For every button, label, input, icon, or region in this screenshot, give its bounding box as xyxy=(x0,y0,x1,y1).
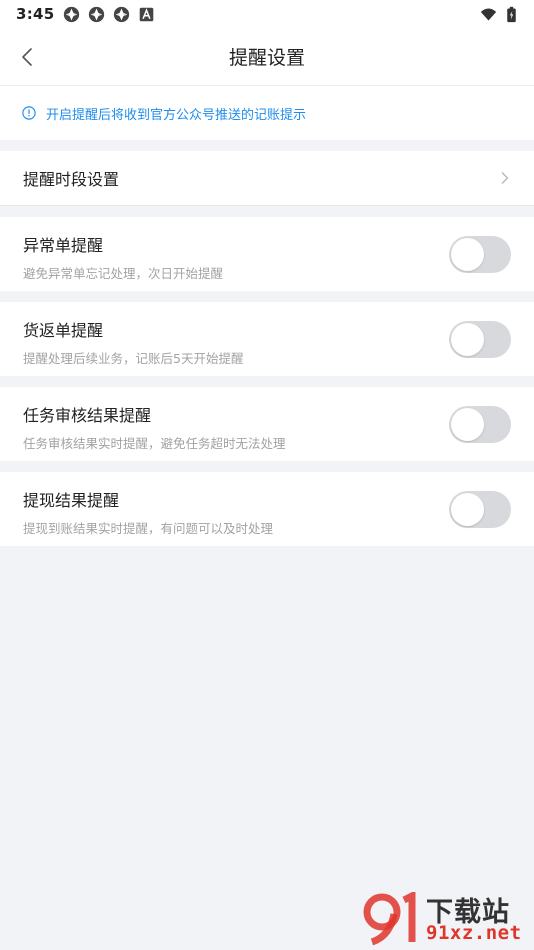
reminder-name: 货返单提醒 xyxy=(23,321,104,340)
status-bar: 3:45 xyxy=(0,0,534,28)
reminder-item-return-goods: 货返单提醒 提醒处理后续业务，记账后5天开始提醒 xyxy=(0,302,534,376)
reminder-item-abnormal: 异常单提醒 避免异常单忘记处理，次日开始提醒 xyxy=(0,217,534,291)
section-divider xyxy=(0,140,534,151)
wifi-icon xyxy=(480,8,497,20)
watermark-91-icon xyxy=(363,892,416,946)
section-divider xyxy=(0,376,534,387)
info-circle-icon xyxy=(22,106,36,120)
section-divider xyxy=(0,291,534,302)
reminder-desc: 提现到账结果实时提醒，有问题可以及时处理 xyxy=(23,521,274,536)
chevron-left-icon[interactable] xyxy=(16,45,40,69)
a-badge-icon xyxy=(139,7,153,21)
toggle-knob xyxy=(451,408,484,441)
status-bar-left: 3:45 xyxy=(16,5,155,23)
reminder-name: 提现结果提醒 xyxy=(23,491,120,510)
notice-text: 开启提醒后将收到官方公众号推送的记账提示 xyxy=(46,107,307,123)
watermark-logo: 下载站 91xz.net xyxy=(360,890,532,948)
header: 提醒设置 xyxy=(0,28,534,86)
toggle-knob xyxy=(451,493,484,526)
reminder-name: 任务审核结果提醒 xyxy=(23,406,152,425)
reminder-time-setting-label: 提醒时段设置 xyxy=(23,170,120,189)
task-review-reminder-toggle[interactable] xyxy=(449,406,511,443)
reminder-desc: 避免异常单忘记处理，次日开始提醒 xyxy=(23,266,224,281)
reminder-item-withdrawal: 提现结果提醒 提现到账结果实时提醒，有问题可以及时处理 xyxy=(0,472,534,546)
toggle-knob xyxy=(451,323,484,356)
reminder-name: 异常单提醒 xyxy=(23,236,104,255)
return-goods-reminder-toggle[interactable] xyxy=(449,321,511,358)
withdrawal-reminder-toggle[interactable] xyxy=(449,491,511,528)
app-notification-icon xyxy=(113,6,129,22)
status-time: 3:45 xyxy=(16,5,55,23)
chevron-right-icon xyxy=(501,172,509,184)
section-divider xyxy=(0,206,534,217)
watermark-url: 91xz.net xyxy=(426,922,522,944)
reminder-time-setting-row[interactable]: 提醒时段设置 xyxy=(0,151,534,206)
toggle-knob xyxy=(451,238,484,271)
section-divider xyxy=(0,461,534,472)
abnormal-reminder-toggle[interactable] xyxy=(449,236,511,273)
page-title: 提醒设置 xyxy=(228,47,305,69)
battery-charging-icon xyxy=(507,6,516,22)
reminder-item-task-review: 任务审核结果提醒 任务审核结果实时提醒，避免任务超时无法处理 xyxy=(0,387,534,461)
status-bar-right xyxy=(480,6,520,23)
app-notification-icon xyxy=(63,6,79,22)
reminder-desc: 任务审核结果实时提醒，避免任务超时无法处理 xyxy=(23,436,286,451)
reminder-desc: 提醒处理后续业务，记账后5天开始提醒 xyxy=(23,351,244,366)
notice-banner: 开启提醒后将收到官方公众号推送的记账提示 xyxy=(0,86,534,140)
app-notification-icon xyxy=(88,6,104,22)
